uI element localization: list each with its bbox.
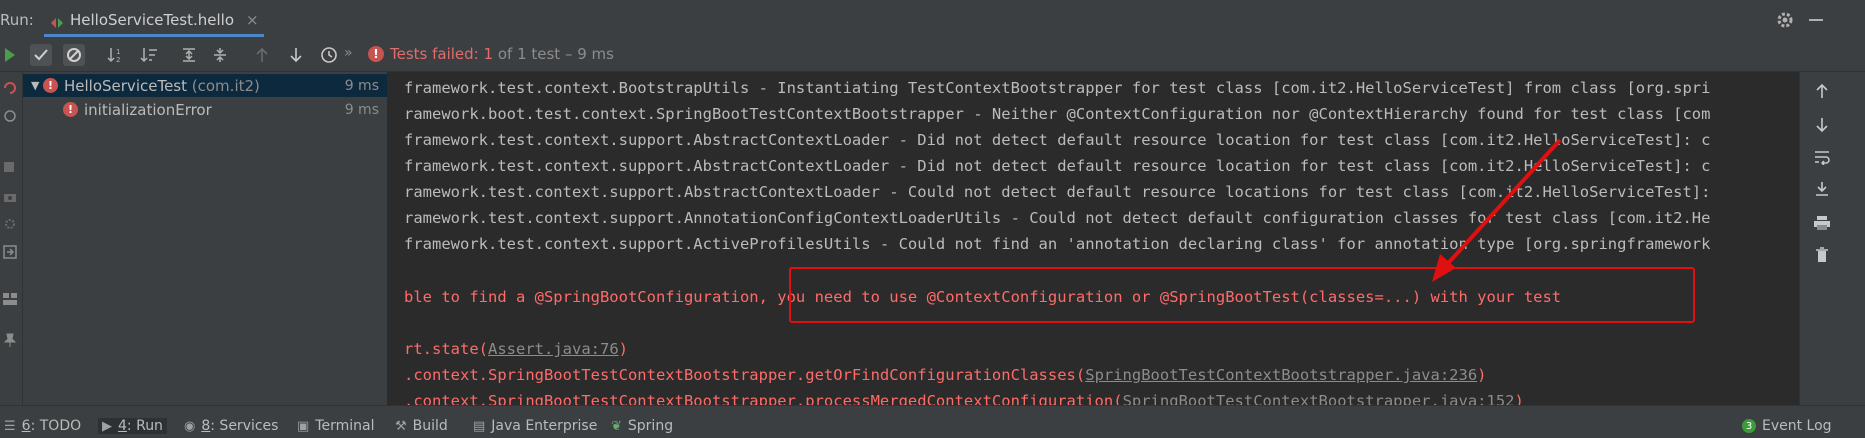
collapse-all-icon[interactable] [209, 44, 231, 66]
next-failed-icon[interactable] [285, 44, 307, 66]
expand-all-icon[interactable] [178, 44, 200, 66]
rerun-icon[interactable] [0, 44, 22, 66]
trash-icon[interactable] [1810, 244, 1834, 266]
print-icon[interactable] [1810, 212, 1834, 234]
run-label: : Run [126, 418, 163, 434]
test-method-name: initializationError [84, 100, 212, 119]
show-passed-icon[interactable] [30, 44, 52, 66]
error-icon: ! [43, 78, 58, 93]
pin-icon[interactable] [3, 332, 17, 351]
source-link[interactable]: SpringBootTestContextBootstrapper.java:2… [1085, 366, 1477, 384]
test-class-name: HelloServiceTest [64, 76, 187, 95]
services-tool-button[interactable]: ◉ 8: Services [184, 418, 278, 434]
close-icon[interactable]: × [246, 11, 259, 29]
run-tab-bar [0, 0, 1865, 40]
tab-hello-service-test[interactable]: HelloServiceTest.hello × [44, 6, 265, 34]
layout-icon[interactable] [3, 290, 17, 309]
stack-trace-line: .context.SpringBootTestContextBootstrapp… [404, 392, 1524, 405]
status-total: of 1 test [497, 45, 561, 63]
event-log-tool-button[interactable]: 3 Event Log [1742, 418, 1832, 434]
exit-icon[interactable] [3, 244, 17, 263]
run-icon: ▶ [102, 418, 112, 434]
status-failed-label: Tests failed: [390, 45, 479, 63]
test-toolbar [0, 39, 1865, 72]
source-link[interactable]: SpringBootTestContextBootstrapper.java:1… [1123, 392, 1515, 405]
camera-icon[interactable] [3, 188, 17, 207]
error-icon: ! [63, 102, 78, 117]
minimize-icon[interactable] [1809, 19, 1823, 21]
trace-text: .context.SpringBootTestContextBootstrapp… [404, 392, 1123, 405]
tab-label: HelloServiceTest.hello [70, 11, 235, 29]
services-mnemonic: 8 [201, 418, 211, 434]
stop-icon[interactable] [3, 158, 15, 177]
java-enterprise-tool-button[interactable]: ▤ Java Enterprise [473, 418, 597, 434]
trace-text: ) [1514, 392, 1524, 405]
stack-trace-line: rt.state(Assert.java:76) [404, 340, 628, 358]
sort-alphabetically-icon[interactable]: 12 [105, 44, 127, 66]
event-count-badge: 3 [1742, 419, 1756, 433]
tree-row-test-class[interactable]: ▼ ! HelloServiceTest (com.it2) 9 ms [23, 74, 387, 97]
scroll-to-end-icon[interactable] [1810, 178, 1834, 200]
test-class-time: 9 ms [344, 77, 379, 94]
trace-text: rt.state( [404, 340, 488, 358]
console-line: framework.test.context.BootstrapUtils - … [404, 79, 1711, 97]
test-status: ! Tests failed: 1 of 1 test – 9 ms [368, 45, 614, 63]
tree-row-test-method[interactable]: ▼ ! initializationError 9 ms [23, 98, 387, 121]
spring-tool-button[interactable]: ❦ Spring [611, 418, 673, 434]
test-class-package: (com.it2) [191, 76, 260, 95]
hammer-icon: ⚒ [395, 418, 407, 434]
stack-trace-line: .context.SpringBootTestContextBootstrapp… [404, 366, 1487, 384]
gear-icon[interactable] [1775, 10, 1795, 30]
toggle-auto-test-icon[interactable] [3, 108, 17, 127]
list-icon: ☰ [4, 418, 16, 434]
todo-tool-button[interactable]: ☰ 6: TODO [4, 418, 81, 434]
todo-mnemonic: 6 [21, 418, 31, 434]
test-run-icon [50, 14, 64, 28]
svg-text:2: 2 [116, 56, 120, 63]
history-icon[interactable] [318, 44, 340, 66]
status-time: 9 ms [577, 45, 614, 63]
terminal-tool-button[interactable]: ▣ Terminal [297, 418, 374, 434]
run-tool-button[interactable]: ▶ 4: Run [98, 418, 167, 434]
test-method-time: 9 ms [344, 101, 379, 118]
status-separator: – [564, 45, 573, 63]
build-label: Build [412, 418, 448, 434]
annotation-arrow [1432, 138, 1562, 282]
more-chevron-icon[interactable]: » [344, 45, 353, 61]
spring-leaf-icon: ❦ [611, 418, 622, 434]
svg-text:1: 1 [116, 48, 120, 56]
error-icon: ! [368, 46, 384, 62]
expand-arrow-icon[interactable]: ▼ [31, 79, 43, 92]
rerun-failed-icon[interactable] [3, 80, 17, 99]
services-icon: ◉ [184, 418, 196, 434]
scroll-up-icon[interactable] [1810, 80, 1834, 102]
show-ignored-icon[interactable] [63, 44, 85, 66]
event-log-label: Event Log [1762, 418, 1832, 434]
active-tab-indicator [44, 34, 264, 37]
previous-failed-icon[interactable] [251, 44, 273, 66]
run-mnemonic: 4 [118, 418, 127, 434]
run-label: Run: [0, 11, 34, 29]
settings-small-icon[interactable] [3, 216, 17, 235]
status-failed-count: 1 [483, 45, 494, 63]
terminal-label: Terminal [315, 418, 375, 434]
trace-text: .context.SpringBootTestContextBootstrapp… [404, 366, 1086, 384]
tool-window-bar [0, 405, 1865, 438]
soft-wrap-icon[interactable] [1810, 146, 1834, 168]
build-tool-button[interactable]: ⚒ Build [395, 418, 448, 434]
sort-by-duration-icon[interactable] [138, 44, 160, 66]
services-label: : Services [210, 418, 279, 434]
todo-label: : TODO [30, 418, 82, 434]
trace-text: ) [618, 340, 628, 358]
test-tree [23, 72, 388, 405]
source-link[interactable]: Assert.java:76 [488, 340, 619, 358]
java-enterprise-label: Java Enterprise [491, 418, 598, 434]
console-line: ramework.boot.test.context.SpringBootTes… [404, 105, 1711, 123]
java-enterprise-icon: ▤ [473, 418, 486, 434]
terminal-icon: ▣ [297, 418, 310, 434]
trace-text: ) [1477, 366, 1487, 384]
scroll-down-icon[interactable] [1810, 114, 1834, 136]
spring-label: Spring [627, 418, 674, 434]
